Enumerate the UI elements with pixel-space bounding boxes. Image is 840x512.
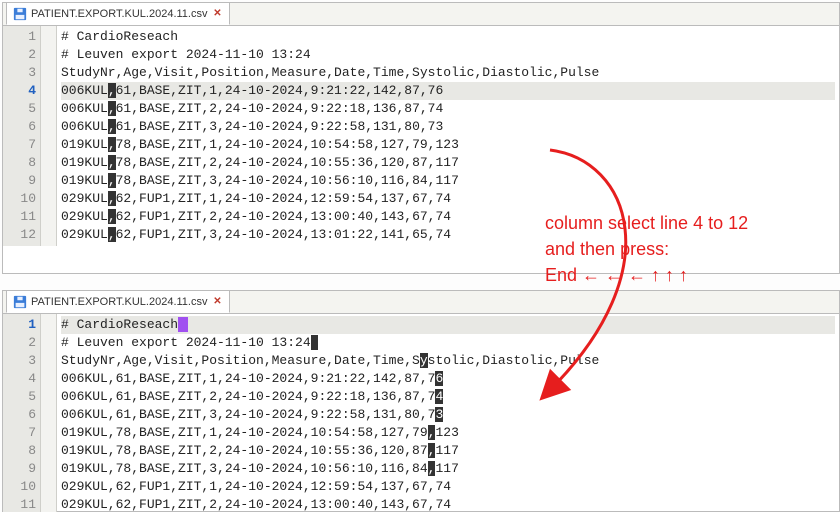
code-line[interactable]: 029KUL,62,FUP1,ZIT,1,24-10-2024,12:59:54… — [61, 478, 835, 496]
code-line[interactable]: 006KUL,61,BASE,ZIT,3,24-10-2024,9:22:58,… — [61, 406, 835, 424]
code-line[interactable]: 006KUL,61,BASE,ZIT,2,24-10-2024,9:22:18,… — [61, 100, 835, 118]
line-number: 6 — [5, 406, 36, 424]
editor-area-top[interactable]: 123456789101112 # CardioReseach# Leuven … — [3, 26, 839, 246]
tab-file[interactable]: PATIENT.EXPORT.KUL.2024.11.csv ✕ — [6, 290, 230, 313]
line-number: 4 — [5, 370, 36, 388]
column-selection: , — [108, 101, 116, 116]
fold-margin — [41, 314, 57, 512]
code-line[interactable]: 006KUL,61,BASE,ZIT,3,24-10-2024,9:22:58,… — [61, 118, 835, 136]
line-number: 7 — [5, 136, 36, 154]
line-number: 8 — [5, 442, 36, 460]
code-line[interactable]: 019KUL,78,BASE,ZIT,1,24-10-2024,10:54:58… — [61, 424, 835, 442]
column-selection: , — [428, 461, 436, 476]
editor-area-bottom[interactable]: 123456789101112 # CardioReseach # Leuven… — [3, 314, 839, 512]
column-selection: , — [428, 425, 436, 440]
line-number: 2 — [5, 334, 36, 352]
column-selection — [178, 317, 188, 332]
code-line[interactable]: StudyNr,Age,Visit,Position,Measure,Date,… — [61, 64, 835, 82]
line-number: 5 — [5, 388, 36, 406]
line-number: 2 — [5, 46, 36, 64]
line-number: 9 — [5, 172, 36, 190]
code-line[interactable]: 019KUL,78,BASE,ZIT,3,24-10-2024,10:56:10… — [61, 460, 835, 478]
tab-file[interactable]: PATIENT.EXPORT.KUL.2024.11.csv ✕ — [6, 2, 230, 25]
tab-bar: PATIENT.EXPORT.KUL.2024.11.csv ✕ — [3, 291, 839, 314]
save-icon — [13, 295, 27, 309]
close-icon[interactable]: ✕ — [211, 8, 223, 20]
code-line[interactable]: 019KUL,78,BASE,ZIT,2,24-10-2024,10:55:36… — [61, 442, 835, 460]
code-line[interactable]: 029KUL,62,FUP1,ZIT,2,24-10-2024,13:00:40… — [61, 496, 835, 512]
editor-pane-bottom: PATIENT.EXPORT.KUL.2024.11.csv ✕ 1234567… — [2, 290, 840, 512]
code-line[interactable]: StudyNr,Age,Visit,Position,Measure,Date,… — [61, 352, 835, 370]
column-selection: , — [108, 209, 116, 224]
line-number: 8 — [5, 154, 36, 172]
code-line[interactable]: 029KUL,62,FUP1,ZIT,3,24-10-2024,13:01:22… — [61, 226, 835, 244]
code-line[interactable]: 029KUL,62,FUP1,ZIT,2,24-10-2024,13:00:40… — [61, 208, 835, 226]
line-number: 3 — [5, 64, 36, 82]
code-line[interactable]: # CardioReseach — [61, 316, 835, 334]
code-line[interactable]: 006KUL,61,BASE,ZIT,2,24-10-2024,9:22:18,… — [61, 388, 835, 406]
column-selection — [311, 335, 319, 350]
line-number: 1 — [5, 28, 36, 46]
code-line[interactable]: 029KUL,62,FUP1,ZIT,1,24-10-2024,12:59:54… — [61, 190, 835, 208]
line-gutter: 123456789101112 — [3, 314, 41, 512]
column-selection: 3 — [435, 407, 443, 422]
line-number: 11 — [5, 496, 36, 512]
line-number: 9 — [5, 460, 36, 478]
code-area[interactable]: # CardioReseach # Leuven export 2024-11-… — [57, 314, 839, 512]
tab-bar: PATIENT.EXPORT.KUL.2024.11.csv ✕ — [3, 3, 839, 26]
code-line[interactable]: 006KUL,61,BASE,ZIT,1,24-10-2024,9:21:22,… — [61, 370, 835, 388]
save-icon — [13, 7, 27, 21]
column-selection: , — [108, 173, 116, 188]
column-selection: , — [108, 119, 116, 134]
column-selection: , — [108, 227, 116, 242]
column-selection: , — [428, 443, 436, 458]
line-number: 10 — [5, 190, 36, 208]
code-area[interactable]: # CardioReseach# Leuven export 2024-11-1… — [57, 26, 839, 246]
code-line[interactable]: # Leuven export 2024-11-10 13:24 — [61, 46, 835, 64]
column-selection: , — [108, 191, 116, 206]
column-selection: , — [108, 83, 116, 98]
line-number: 7 — [5, 424, 36, 442]
code-line[interactable]: 019KUL,78,BASE,ZIT,1,24-10-2024,10:54:58… — [61, 136, 835, 154]
line-number: 12 — [5, 226, 36, 244]
column-selection: y — [420, 353, 428, 368]
column-selection: , — [108, 155, 116, 170]
fold-margin — [41, 26, 57, 246]
line-number: 4 — [5, 82, 36, 100]
editor-pane-top: PATIENT.EXPORT.KUL.2024.11.csv ✕ 1234567… — [2, 2, 840, 274]
code-line[interactable]: 019KUL,78,BASE,ZIT,2,24-10-2024,10:55:36… — [61, 154, 835, 172]
line-number: 11 — [5, 208, 36, 226]
line-number: 6 — [5, 118, 36, 136]
line-number: 1 — [5, 316, 36, 334]
code-line[interactable]: # CardioReseach — [61, 28, 835, 46]
column-selection: 6 — [435, 371, 443, 386]
line-number: 10 — [5, 478, 36, 496]
line-gutter: 123456789101112 — [3, 26, 41, 246]
tab-title: PATIENT.EXPORT.KUL.2024.11.csv — [31, 8, 207, 20]
code-line[interactable]: 006KUL,61,BASE,ZIT,1,24-10-2024,9:21:22,… — [61, 82, 835, 100]
close-icon[interactable]: ✕ — [211, 296, 223, 308]
code-line[interactable]: # Leuven export 2024-11-10 13:24 — [61, 334, 835, 352]
column-selection: 4 — [435, 389, 443, 404]
tab-title: PATIENT.EXPORT.KUL.2024.11.csv — [31, 296, 207, 308]
line-number: 5 — [5, 100, 36, 118]
column-selection: , — [108, 137, 116, 152]
line-number: 3 — [5, 352, 36, 370]
code-line[interactable]: 019KUL,78,BASE,ZIT,3,24-10-2024,10:56:10… — [61, 172, 835, 190]
